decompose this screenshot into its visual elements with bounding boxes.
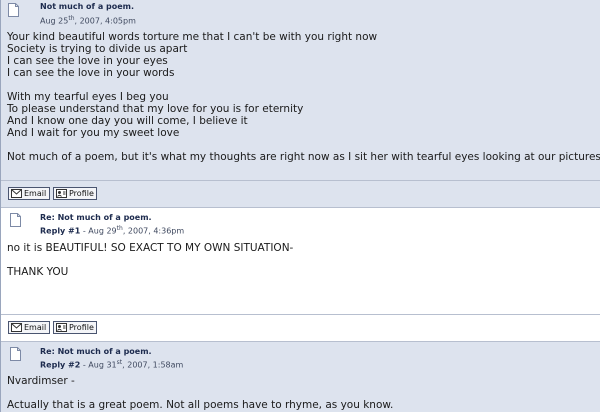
poem-line: With my tearful eyes I beg you	[7, 91, 169, 103]
email-button-label: Email	[24, 323, 47, 332]
post-reply-2: Re: Not much of a poem. Reply #2 - Aug 3…	[0, 341, 600, 412]
post-date: Aug 25th, 2007, 4:05pm	[40, 15, 136, 26]
post-date: Reply #1 - Aug 29th, 2007, 4:36pm	[40, 225, 185, 236]
post-reply-1: Re: Not much of a poem. Reply #1 - Aug 2…	[0, 207, 600, 341]
post-original: Not much of a poem. Aug 25th, 2007, 4:05…	[0, 0, 600, 207]
document-icon	[10, 347, 21, 361]
post-date: Reply #2 - Aug 31st, 2007, 1:58am	[40, 359, 184, 370]
email-button[interactable]: Email	[8, 187, 50, 200]
email-button[interactable]: Email	[8, 321, 50, 334]
post-body-line: Nvardimser -	[7, 375, 75, 387]
profile-card-icon	[56, 189, 67, 198]
document-icon	[8, 3, 19, 17]
profile-button[interactable]: Profile	[53, 321, 97, 334]
poem-line: Society is trying to divide us apart	[7, 43, 188, 55]
profile-card-icon	[56, 323, 67, 332]
poem-line: To please understand that my love for yo…	[7, 103, 304, 115]
divider	[1, 180, 600, 181]
poem-line: Your kind beautiful words torture me tha…	[7, 31, 378, 43]
divider	[1, 314, 600, 315]
post-title: Not much of a poem.	[40, 2, 135, 11]
profile-button-label: Profile	[69, 189, 94, 198]
poem-line: I can see the love in your eyes	[7, 55, 168, 67]
post-body-line: THANK YOU	[7, 266, 69, 278]
poem-line: And I know one day you will come, I beli…	[7, 115, 248, 127]
email-button-label: Email	[24, 189, 47, 198]
document-icon	[10, 213, 21, 227]
profile-button[interactable]: Profile	[53, 187, 97, 200]
post-title: Re: Not much of a poem.	[40, 347, 152, 356]
envelope-icon	[11, 189, 22, 198]
reply-label: Reply #1	[40, 226, 81, 236]
envelope-icon	[11, 323, 22, 332]
post-closing-line: Not much of a poem, but it's what my tho…	[7, 151, 600, 163]
post-body-line: no it is BEAUTIFUL! SO EXACT TO MY OWN S…	[7, 242, 294, 254]
profile-button-label: Profile	[69, 323, 94, 332]
post-body-line: Actually that is a great poem. Not all p…	[7, 399, 394, 411]
poem-line: And I wait for you my sweet love	[7, 127, 180, 139]
reply-label: Reply #2	[40, 360, 81, 370]
divider	[1, 207, 600, 208]
poem-line: I can see the love in your words	[7, 67, 175, 79]
divider	[1, 341, 600, 342]
post-title: Re: Not much of a poem.	[40, 213, 152, 222]
